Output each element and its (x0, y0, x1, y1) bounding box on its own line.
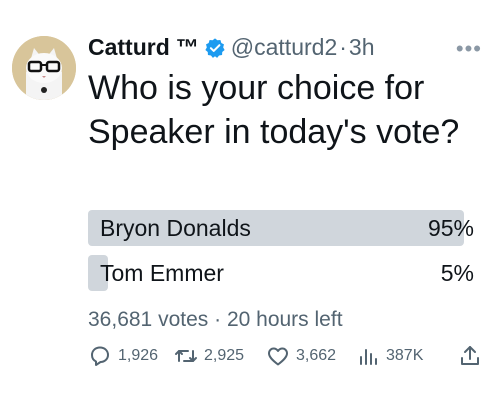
verified-badge-icon (205, 37, 225, 58)
poll-option-percent: 5% (440, 260, 474, 286)
poll-time-left: 20 hours left (226, 308, 343, 331)
poll-option-label: Bryon Donalds (100, 215, 251, 241)
more-icon[interactable]: ••• (456, 36, 482, 62)
avatar[interactable] (12, 36, 76, 100)
avatar-cat-image (12, 36, 76, 100)
poll-votes: 36,681 votes (88, 308, 209, 331)
poll-option[interactable]: Tom Emmer 5% (88, 255, 484, 291)
poll-meta-separator: · (214, 308, 222, 331)
poll-option-label: Tom Emmer (100, 260, 224, 286)
tweet: Catturd ™ @catturd2 · 3h ••• Who is your… (0, 0, 500, 400)
like-count: 3,662 (296, 347, 337, 364)
author-handle[interactable]: @catturd2 (231, 34, 337, 61)
author-tm: ™ (175, 34, 199, 60)
retweet-button[interactable]: 2,925 (174, 344, 244, 368)
author-name[interactable]: Catturd (88, 34, 170, 61)
reply-icon (91, 346, 109, 366)
share-icon (461, 346, 479, 365)
views-count: 387K (386, 347, 424, 364)
tweet-header: Catturd ™ @catturd2 · 3h (88, 34, 375, 61)
share-button[interactable] (458, 344, 488, 368)
action-bar: 1,926 2,925 3,662 387K (88, 344, 484, 374)
poll-option[interactable]: Bryon Donalds 95% (88, 210, 484, 246)
header-separator: · (339, 34, 347, 60)
poll: Bryon Donalds 95% Tom Emmer 5% (88, 210, 484, 300)
retweet-count: 2,925 (204, 347, 245, 364)
reply-count: 1,926 (118, 347, 159, 364)
like-button[interactable]: 3,662 (266, 344, 336, 368)
tweet-text: Who is your choice for Speaker in today'… (88, 69, 460, 151)
like-icon (268, 347, 288, 366)
retweet-icon (175, 350, 197, 362)
reply-button[interactable]: 1,926 (88, 344, 158, 368)
tweet-time[interactable]: 3h (349, 34, 375, 61)
views-button[interactable]: 387K (356, 344, 423, 368)
poll-option-percent: 95% (427, 215, 474, 241)
poll-meta: 36,681 votes · 20 hours left (88, 308, 343, 332)
views-icon (360, 349, 377, 365)
